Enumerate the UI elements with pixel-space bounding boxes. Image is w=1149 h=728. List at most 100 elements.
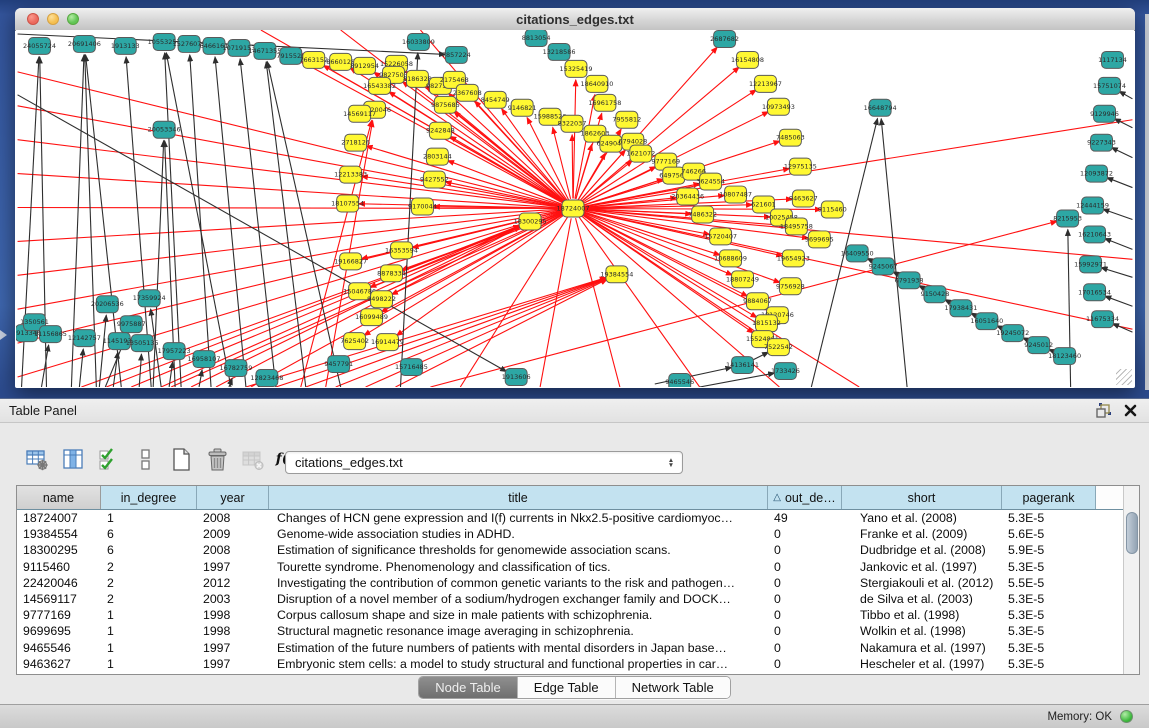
- table-cell[interactable]: 18300295: [17, 542, 101, 558]
- network-node[interactable]: 9699695: [805, 231, 834, 248]
- network-node[interactable]: 17359924: [133, 290, 166, 307]
- network-node[interactable]: 1913133: [111, 37, 140, 54]
- network-node[interactable]: 9875685: [431, 96, 460, 113]
- table-cell[interactable]: 9465546: [17, 640, 101, 656]
- network-node[interactable]: 12093872: [1080, 165, 1113, 182]
- network-node[interactable]: 8454749: [481, 91, 510, 108]
- column-header-title[interactable]: title: [269, 486, 768, 509]
- network-node[interactable]: 9129946: [1090, 105, 1119, 122]
- table-cell[interactable]: 1: [101, 640, 197, 656]
- network-node[interactable]: 6791938: [895, 272, 924, 289]
- network-node[interactable]: 9465546: [665, 374, 694, 387]
- table-row[interactable]: 946554611997Estimation of the future num…: [17, 640, 1123, 656]
- table-cell[interactable]: Investigating the contribution of common…: [269, 575, 768, 591]
- table-cell[interactable]: Disruption of a novel member of a sodium…: [269, 591, 768, 607]
- network-node[interactable]: 15992971: [1074, 256, 1107, 273]
- table-cell[interactable]: 14569117: [17, 591, 101, 607]
- table-cell[interactable]: Tourette syndrome. Phenomenology and cla…: [269, 559, 768, 575]
- column-header-pagerank[interactable]: pagerank: [1002, 486, 1096, 509]
- network-node[interactable]: 24055724: [23, 37, 56, 54]
- network-node[interactable]: 9115460: [818, 201, 847, 218]
- network-node[interactable]: 2803144: [423, 148, 452, 165]
- table-cell[interactable]: 0: [768, 559, 842, 575]
- network-node[interactable]: 7857224: [442, 46, 471, 63]
- table-cell[interactable]: 2003: [197, 591, 269, 607]
- table-row[interactable]: 1830029562008Estimation of significance …: [17, 542, 1123, 558]
- network-node[interactable]: 3624554: [696, 173, 725, 190]
- delete-column-icon[interactable]: [204, 446, 231, 473]
- network-node[interactable]: 16648794: [864, 99, 897, 116]
- table-cell[interactable]: 0: [768, 542, 842, 558]
- table-cell[interactable]: 5.3E-5: [1002, 591, 1096, 607]
- network-node[interactable]: 9227343: [1087, 134, 1116, 151]
- network-node[interactable]: 2367608: [453, 84, 482, 101]
- network-node[interactable]: 16154808: [731, 51, 764, 68]
- network-node[interactable]: 8813054: [522, 30, 551, 46]
- table-cell[interactable]: 0: [768, 623, 842, 639]
- table-cell[interactable]: Nakamura et al. (1997): [842, 640, 1002, 656]
- table-cell[interactable]: Dudbridge et al. (2008): [842, 542, 1002, 558]
- table-cell[interactable]: Hescheler et al. (1997): [842, 656, 1002, 672]
- table-cell[interactable]: 6: [101, 542, 197, 558]
- table-row[interactable]: 1872400712008Changes of HCN gene express…: [17, 510, 1123, 526]
- network-node[interactable]: 8912954: [350, 57, 379, 74]
- table-row[interactable]: 1938455462009Genome-wide association stu…: [17, 526, 1123, 542]
- network-node[interactable]: 9146821: [508, 99, 537, 116]
- table-cell[interactable]: Corpus callosum shape and size in male p…: [269, 607, 768, 623]
- network-node[interactable]: 9498222: [367, 291, 396, 308]
- network-node[interactable]: 18123460: [1048, 348, 1081, 365]
- table-cell[interactable]: Yano et al. (2008): [842, 510, 1002, 526]
- network-node[interactable]: 9427552: [420, 171, 449, 188]
- network-node[interactable]: 8215953: [1053, 210, 1082, 227]
- network-node[interactable]: 19166827: [334, 253, 367, 270]
- window-resize-grip[interactable]: [1116, 369, 1132, 385]
- network-node[interactable]: 9756928: [776, 278, 805, 295]
- network-node[interactable]: 13218586: [543, 43, 576, 60]
- network-node[interactable]: 7485063: [776, 129, 805, 146]
- network-node[interactable]: 9463627: [789, 190, 818, 207]
- network-node[interactable]: 7486322: [688, 206, 717, 223]
- close-icon[interactable]: [1124, 404, 1137, 417]
- network-node[interactable]: 9245012: [1024, 337, 1053, 354]
- network-node[interactable]: 20053346: [148, 121, 181, 138]
- table-cell[interactable]: 5.3E-5: [1002, 607, 1096, 623]
- table-cell[interactable]: 18724007: [17, 510, 101, 526]
- memory-status-indicator[interactable]: [1120, 710, 1133, 723]
- table-cell[interactable]: 1: [101, 510, 197, 526]
- table-cell[interactable]: Franke et al. (2009): [842, 526, 1002, 542]
- table-cell[interactable]: 2: [101, 559, 197, 575]
- table-cell[interactable]: Embryonic stem cells: a model to study s…: [269, 656, 768, 672]
- network-node[interactable]: 16782759: [219, 360, 252, 377]
- table-cell[interactable]: Wolkin et al. (1998): [842, 623, 1002, 639]
- network-canvas[interactable]: 2405572420691406191313310553257152760726…: [16, 30, 1134, 387]
- network-node[interactable]: 16961758: [588, 94, 621, 111]
- network-node[interactable]: 1733426: [771, 363, 800, 380]
- network-node[interactable]: 9150428: [921, 286, 950, 303]
- column-layout-icon[interactable]: [132, 446, 159, 473]
- network-node[interactable]: 19245072: [996, 325, 1029, 342]
- table-cell[interactable]: 5.3E-5: [1002, 623, 1096, 639]
- select-rows-icon[interactable]: [96, 446, 123, 473]
- network-node[interactable]: 7625402: [340, 333, 369, 350]
- table-cell[interactable]: 1: [101, 656, 197, 672]
- scrollbar-thumb[interactable]: [1126, 512, 1138, 554]
- table-cell[interactable]: 9463627: [17, 656, 101, 672]
- table-cell[interactable]: de Silva et al. (2003): [842, 591, 1002, 607]
- network-node[interactable]: 7522542: [764, 339, 793, 356]
- table-cell[interactable]: 1997: [197, 559, 269, 575]
- network-node[interactable]: 2687682: [710, 30, 739, 47]
- table-row[interactable]: 977716911998Corpus callosum shape and si…: [17, 607, 1123, 623]
- table-cell[interactable]: 2009: [197, 526, 269, 542]
- table-cell[interactable]: 2008: [197, 510, 269, 526]
- network-node[interactable]: 9170044: [408, 198, 437, 215]
- network-node[interactable]: 18640910: [580, 75, 613, 92]
- table-cell[interactable]: 2: [101, 575, 197, 591]
- table-cell[interactable]: 0: [768, 575, 842, 591]
- network-node[interactable]: 16353594: [385, 242, 418, 259]
- network-node[interactable]: 9245067: [869, 258, 898, 275]
- table-cell[interactable]: 2008: [197, 542, 269, 558]
- table-cell[interactable]: 0: [768, 526, 842, 542]
- table-row[interactable]: 1456911722003Disruption of a novel membe…: [17, 591, 1123, 607]
- table-settings-icon[interactable]: [24, 446, 51, 473]
- table-cell[interactable]: 0: [768, 607, 842, 623]
